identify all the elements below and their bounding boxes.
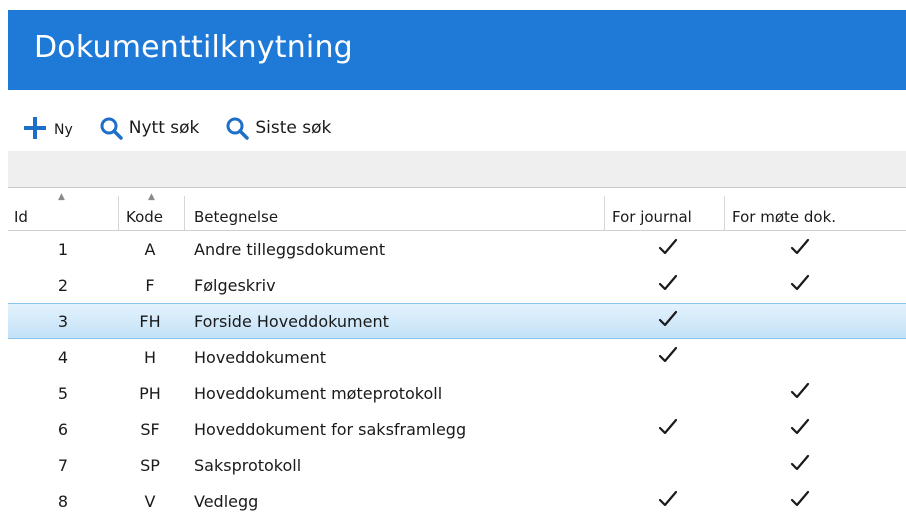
cell-for-journal bbox=[612, 304, 724, 338]
cell-betegnelse: Andre tilleggsdokument bbox=[194, 239, 386, 259]
cell-id: 8 bbox=[57, 491, 69, 511]
cell-for-mote bbox=[728, 375, 872, 411]
table-row[interactable]: 3 FH Forside Hoveddokument bbox=[8, 303, 906, 339]
cell-kode: F bbox=[145, 275, 155, 295]
title-bar: Dokumenttilknytning bbox=[8, 10, 906, 90]
cell-for-journal bbox=[612, 483, 724, 519]
cell-kode: FH bbox=[139, 311, 161, 331]
check-icon bbox=[657, 273, 679, 297]
column-header-betegnelse[interactable]: Betegnelse bbox=[188, 188, 602, 230]
check-icon bbox=[789, 489, 811, 513]
column-separator[interactable] bbox=[604, 196, 605, 230]
column-header-id[interactable]: ▲ Id bbox=[8, 188, 118, 230]
cell-for-mote bbox=[728, 304, 872, 338]
cell-kode: A bbox=[144, 239, 156, 259]
cell-kode: H bbox=[143, 347, 157, 367]
group-by-bar bbox=[8, 151, 906, 188]
cell-for-journal bbox=[612, 447, 724, 483]
column-header-for-journal[interactable]: For journal bbox=[606, 188, 724, 230]
grid-header: ▲ Id ▲ Kode Betegnelse For journal For m… bbox=[8, 188, 906, 231]
cell-betegnelse: Forside Hoveddokument bbox=[194, 311, 389, 331]
cell-id: 5 bbox=[57, 383, 69, 403]
last-search-label: Siste søk bbox=[255, 118, 332, 138]
grid-body: 1 A Andre tilleggsdokument 2 F Følgeskriv 3 FH F… bbox=[8, 231, 906, 519]
cell-for-mote bbox=[728, 411, 872, 447]
new-button-label: Ny bbox=[54, 122, 73, 138]
cell-betegnelse: Hoveddokument møteprotokoll bbox=[194, 383, 443, 403]
sort-ascending-icon: ▲ bbox=[148, 192, 155, 202]
cell-for-journal bbox=[612, 231, 724, 267]
cell-kode: PH bbox=[139, 383, 161, 403]
check-icon bbox=[789, 453, 811, 477]
new-search-label: Nytt søk bbox=[128, 118, 200, 138]
table-row[interactable]: 1 A Andre tilleggsdokument bbox=[8, 231, 906, 267]
cell-for-mote bbox=[728, 231, 872, 267]
cell-betegnelse: Saksprotokoll bbox=[194, 455, 302, 475]
cell-for-mote bbox=[728, 267, 872, 303]
column-separator[interactable] bbox=[724, 196, 725, 230]
column-header-kode[interactable]: ▲ Kode bbox=[120, 188, 184, 230]
search-icon bbox=[99, 116, 123, 140]
cell-for-mote bbox=[728, 483, 872, 519]
cell-for-journal bbox=[612, 375, 724, 411]
cell-id: 3 bbox=[57, 311, 69, 331]
table-row[interactable]: 6 SF Hoveddokument for saksframlegg bbox=[8, 411, 906, 447]
check-icon bbox=[789, 237, 811, 261]
table-row[interactable]: 8 V Vedlegg bbox=[8, 483, 906, 519]
column-header-for-mote[interactable]: For møte dok. bbox=[726, 188, 876, 230]
cell-for-mote bbox=[728, 447, 872, 483]
check-icon bbox=[657, 309, 679, 333]
check-icon bbox=[657, 345, 679, 369]
cell-kode: V bbox=[144, 491, 156, 511]
plus-icon bbox=[22, 115, 48, 141]
cell-for-journal bbox=[612, 339, 724, 375]
toolbar: Ny Nytt søk Siste søk bbox=[22, 112, 357, 144]
new-search-button[interactable]: Nytt søk bbox=[99, 116, 200, 140]
table-row[interactable]: 2 F Følgeskriv bbox=[8, 267, 906, 303]
check-icon bbox=[789, 273, 811, 297]
cell-for-journal bbox=[612, 267, 724, 303]
new-button[interactable]: Ny bbox=[22, 115, 73, 141]
cell-for-mote bbox=[728, 339, 872, 375]
document-grid: ▲ Id ▲ Kode Betegnelse For journal For m… bbox=[8, 188, 906, 519]
table-row[interactable]: 5 PH Hoveddokument møteprotokoll bbox=[8, 375, 906, 411]
column-separator[interactable] bbox=[118, 196, 119, 230]
cell-id: 1 bbox=[57, 239, 69, 259]
cell-for-journal bbox=[612, 411, 724, 447]
cell-betegnelse: Følgeskriv bbox=[194, 275, 276, 295]
cell-betegnelse: Vedlegg bbox=[194, 491, 259, 511]
table-row[interactable]: 4 H Hoveddokument bbox=[8, 339, 906, 375]
cell-betegnelse: Hoveddokument for saksframlegg bbox=[194, 419, 467, 439]
page-title: Dokumenttilknytning bbox=[34, 30, 353, 65]
check-icon bbox=[657, 417, 679, 441]
check-icon bbox=[789, 381, 811, 405]
cell-id: 4 bbox=[57, 347, 69, 367]
check-icon bbox=[657, 237, 679, 261]
cell-kode: SF bbox=[140, 419, 160, 439]
cell-betegnelse: Hoveddokument bbox=[194, 347, 326, 367]
cell-kode: SP bbox=[140, 455, 160, 475]
sort-ascending-icon: ▲ bbox=[58, 192, 65, 202]
last-search-button[interactable]: Siste søk bbox=[225, 116, 331, 140]
check-icon bbox=[657, 489, 679, 513]
cell-id: 6 bbox=[57, 419, 69, 439]
column-separator[interactable] bbox=[184, 196, 185, 230]
cell-id: 7 bbox=[57, 455, 69, 475]
table-row[interactable]: 7 SP Saksprotokoll bbox=[8, 447, 906, 483]
cell-id: 2 bbox=[57, 275, 69, 295]
check-icon bbox=[789, 417, 811, 441]
search-icon bbox=[225, 116, 250, 140]
